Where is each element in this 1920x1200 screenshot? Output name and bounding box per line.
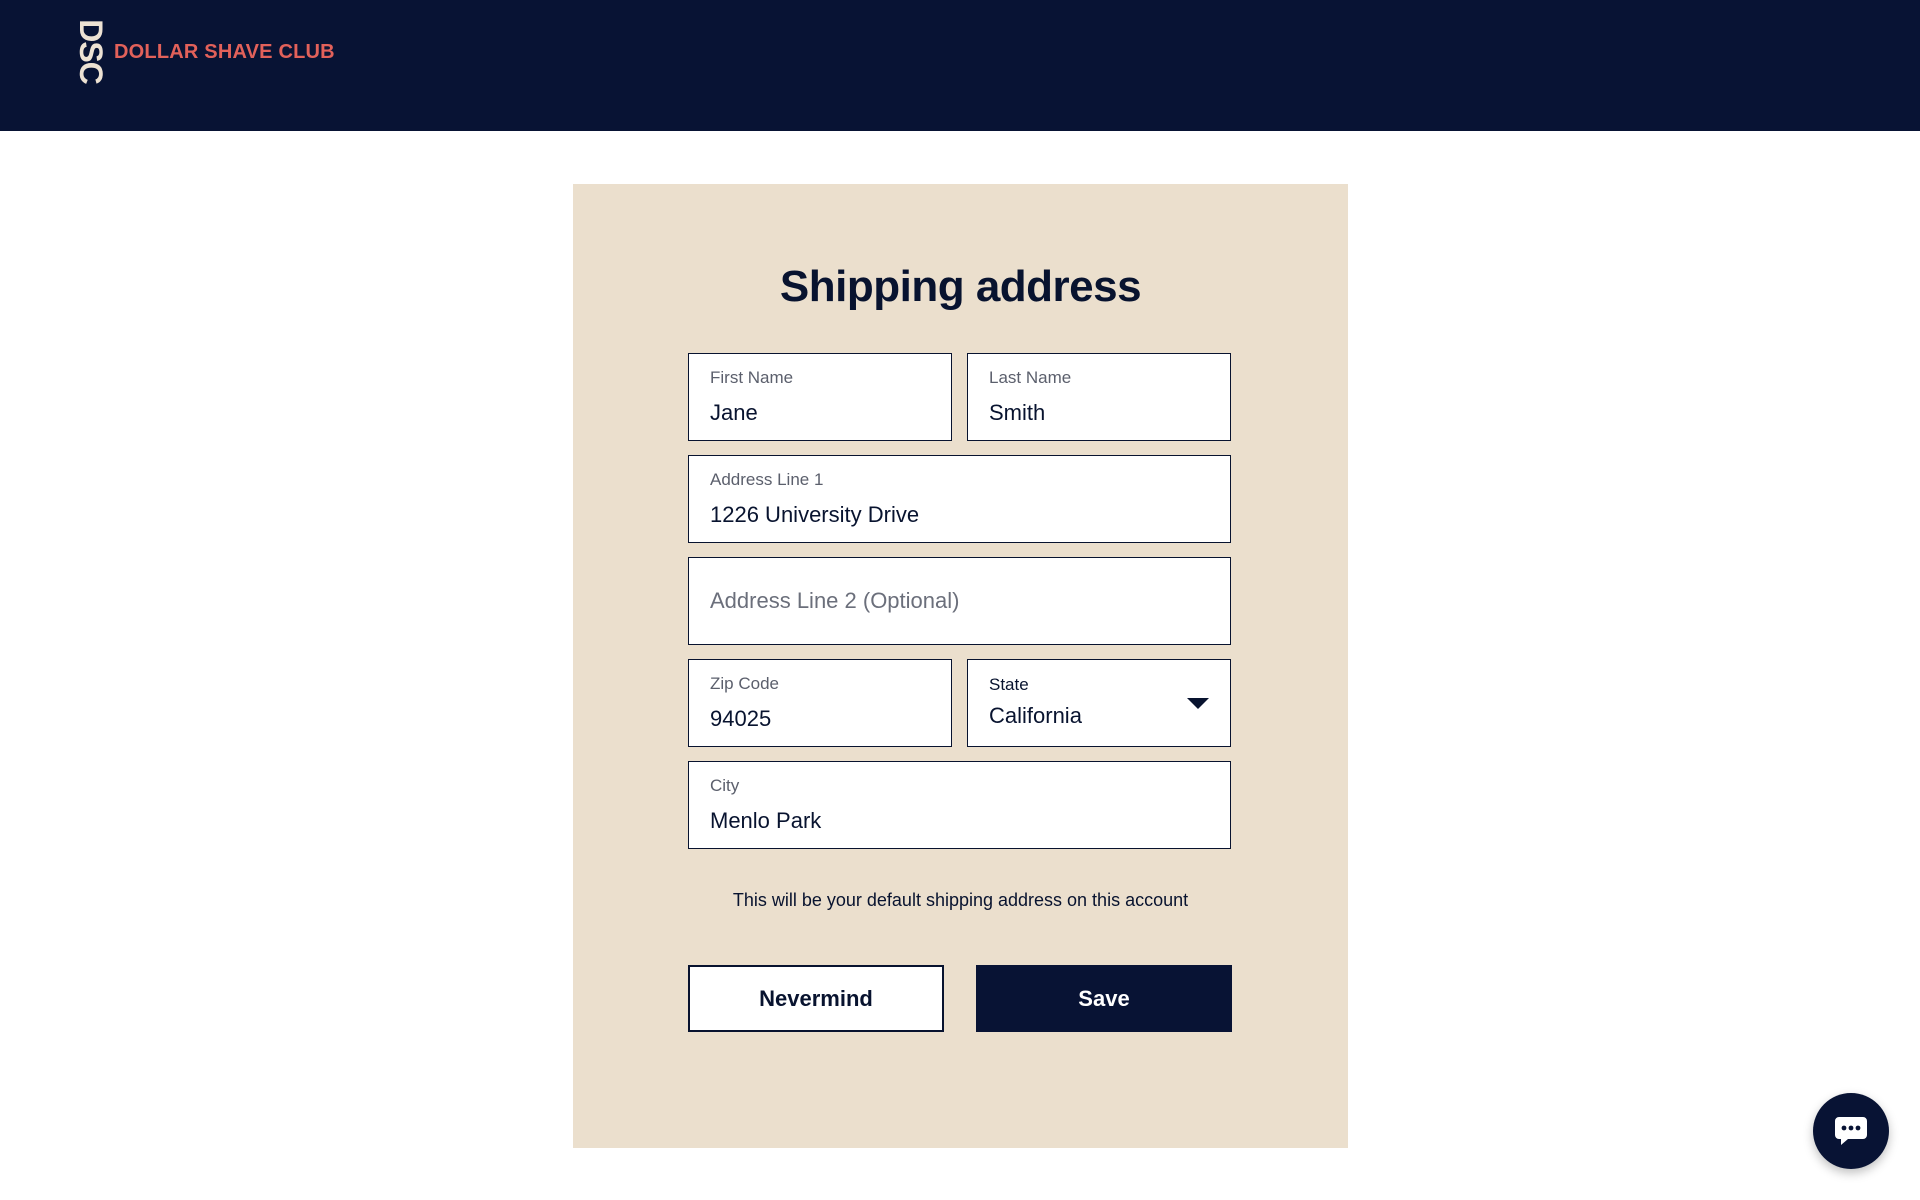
zip-code-field[interactable]: Zip Code 94025 (688, 659, 952, 747)
address-line-1-value: 1226 University Drive (710, 502, 920, 527)
nevermind-button[interactable]: Nevermind (688, 965, 944, 1032)
address-line-1-label: Address Line 1 (710, 470, 824, 489)
first-name-field[interactable]: First Name Jane (688, 353, 952, 441)
last-name-field[interactable]: Last Name Smith (967, 353, 1231, 441)
address-line-1-field[interactable]: Address Line 1 1226 University Drive (688, 455, 1231, 543)
state-value: California (989, 703, 1082, 728)
caret-down-icon[interactable] (1187, 698, 1209, 709)
address-line-2-placeholder: Address Line 2 (Optional) (710, 588, 960, 613)
zip-code-value: 94025 (710, 706, 772, 731)
page-title: Shipping address (779, 262, 1142, 311)
last-name-label: Last Name (989, 368, 1072, 387)
city-field[interactable]: City Menlo Park (688, 761, 1231, 849)
state-label: State (989, 675, 1029, 694)
first-name-value: Jane (710, 400, 758, 425)
state-select[interactable]: State California (967, 659, 1231, 747)
chat-bubble-icon (1835, 1117, 1867, 1145)
top-header: DSC DOLLAR SHAVE CLUB (0, 0, 1920, 131)
shipping-address-card: Shipping address First Name Jane Last Na… (573, 184, 1348, 1148)
city-label: City (710, 776, 740, 795)
chat-button[interactable] (1813, 1093, 1889, 1169)
last-name-value: Smith (989, 400, 1046, 425)
zip-code-label: Zip Code (710, 674, 779, 693)
city-value: Menlo Park (710, 808, 822, 833)
default-address-note: This will be your default shipping addre… (732, 890, 1189, 910)
logo-mark: DSC (72, 18, 109, 84)
brand-logo[interactable]: DSC DOLLAR SHAVE CLUB (72, 18, 335, 84)
address-line-2-field[interactable]: Address Line 2 (Optional) (688, 557, 1231, 645)
first-name-label: First Name (710, 368, 794, 387)
save-button[interactable]: Save (976, 965, 1232, 1032)
brand-name: DOLLAR SHAVE CLUB (114, 41, 335, 63)
